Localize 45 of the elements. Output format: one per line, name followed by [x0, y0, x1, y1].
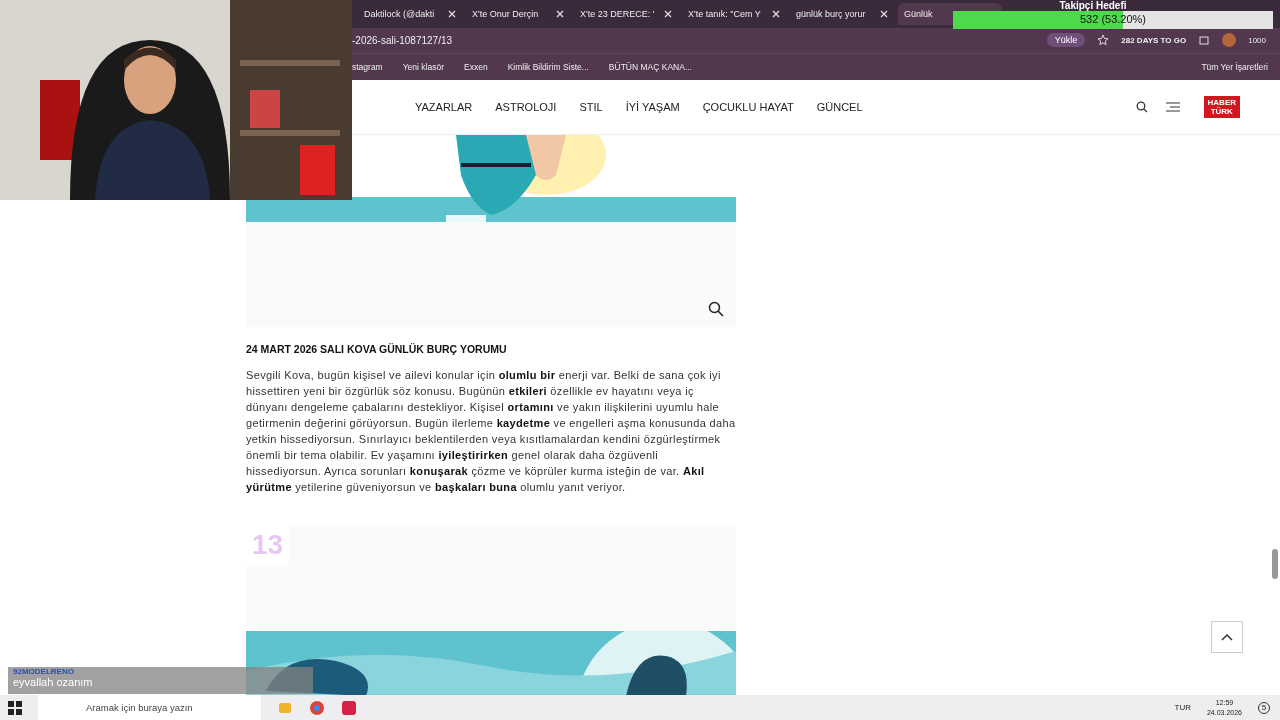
scrollbar[interactable]: [1272, 549, 1278, 579]
nav-link[interactable]: ASTROLOJI: [495, 101, 557, 113]
bookmark[interactable]: Exxen: [464, 62, 488, 73]
browser-tab[interactable]: Daktilock (@dakti: [358, 2, 462, 25]
nav-link[interactable]: İYİ YAŞAM: [625, 101, 680, 113]
close-icon[interactable]: [880, 9, 888, 18]
taskbar-search-field[interactable]: Aramak için buraya yazın: [38, 695, 261, 720]
browser-tab[interactable]: X'te Onur Derçin: [466, 2, 570, 25]
chat-message: eyvallah ozanım: [13, 676, 94, 688]
windows-icon[interactable]: [8, 700, 22, 715]
chevron-up-icon: [1221, 633, 1233, 641]
bookmark[interactable]: Kimlik Bildirim Siste...: [507, 62, 589, 73]
extension-badge[interactable]: 282 DAYS TO GO: [1121, 36, 1187, 45]
all-bookmarks[interactable]: Tüm Yer İşaretleri: [1201, 62, 1268, 73]
star-icon[interactable]: [1097, 34, 1110, 47]
search-icon[interactable]: [1135, 101, 1148, 113]
site-logo[interactable]: HABER TÜRK: [1203, 96, 1240, 118]
article-heading: 24 MART 2026 SALI KOVA GÜNLÜK BURÇ YORUMU: [246, 343, 508, 355]
upload-button[interactable]: Yükle: [1046, 33, 1086, 48]
article-paragraph: Sevgili Kova, bugün kişisel ve ailevi konular için olumlu bir enerji var. Belki de sana çok iyi hissettiren yeni bir özgürlük söz konusu. Bugünün etkileri özellikle ev hayatını veya iç dünyanı dengeleme çabalarını destekliyor. Kişisel ortamını ve yakın ilişkilerini uyumlu hale getirmenin değerini görüyorsun. Bugün ilerleme kaydetme ve engelleri aşma konusunda daha yetkin hissediyorsun. Sınırlayıcı beklentilerden veya kısıtlamalardan kendini özgürleştirmek önemli bir tema olabilir. Ev yaşamını iyileştirirken genel olarak daha özgüvenli hissediyorsun. Ayrıca sorunları konuşarak çözme ve köprüler kurma isteğin de var. Akıl yürütme yetilerine güveniyorsun ve başkaları buna olumlu yanıt veriyor.: [246, 368, 736, 495]
close-icon[interactable]: [772, 9, 780, 18]
bookmark[interactable]: Yeni klasör: [402, 62, 444, 73]
scroll-top-button[interactable]: [1211, 621, 1243, 653]
profile-count: 1000: [1248, 36, 1266, 45]
language-indicator[interactable]: TUR: [1174, 703, 1191, 712]
bookmark[interactable]: BÜTÜN MAÇ KANA...: [608, 62, 692, 73]
zoom-icon[interactable]: [708, 301, 724, 317]
goal-title: Takipçi Hedefi: [1059, 0, 1127, 11]
browser-tab[interactable]: X'te 23 DERECE: ': [574, 2, 678, 25]
browser-icon[interactable]: [309, 699, 325, 716]
close-icon[interactable]: [664, 9, 672, 18]
close-icon[interactable]: [556, 9, 564, 18]
browser-tab[interactable]: X'te tanık: "Cem Y: [682, 2, 786, 25]
browser-tab[interactable]: günlük burç yorur: [790, 2, 894, 25]
chat-username: 92MODELRENO: [13, 667, 75, 676]
menu-icon[interactable]: [1165, 102, 1180, 112]
nav-link[interactable]: YAZARLAR: [415, 101, 473, 113]
close-icon[interactable]: [448, 9, 456, 18]
nav-link[interactable]: GÜNCEL: [816, 101, 863, 113]
bookmark[interactable]: stagram: [352, 62, 383, 73]
address-field[interactable]: -2026-sali-1087127/13: [352, 35, 453, 46]
app-icon[interactable]: [341, 699, 357, 716]
nav-link[interactable]: STIL: [579, 101, 603, 113]
nav-link[interactable]: ÇOCUKLU HAYAT: [702, 101, 794, 113]
avatar-icon[interactable]: [1222, 33, 1237, 48]
